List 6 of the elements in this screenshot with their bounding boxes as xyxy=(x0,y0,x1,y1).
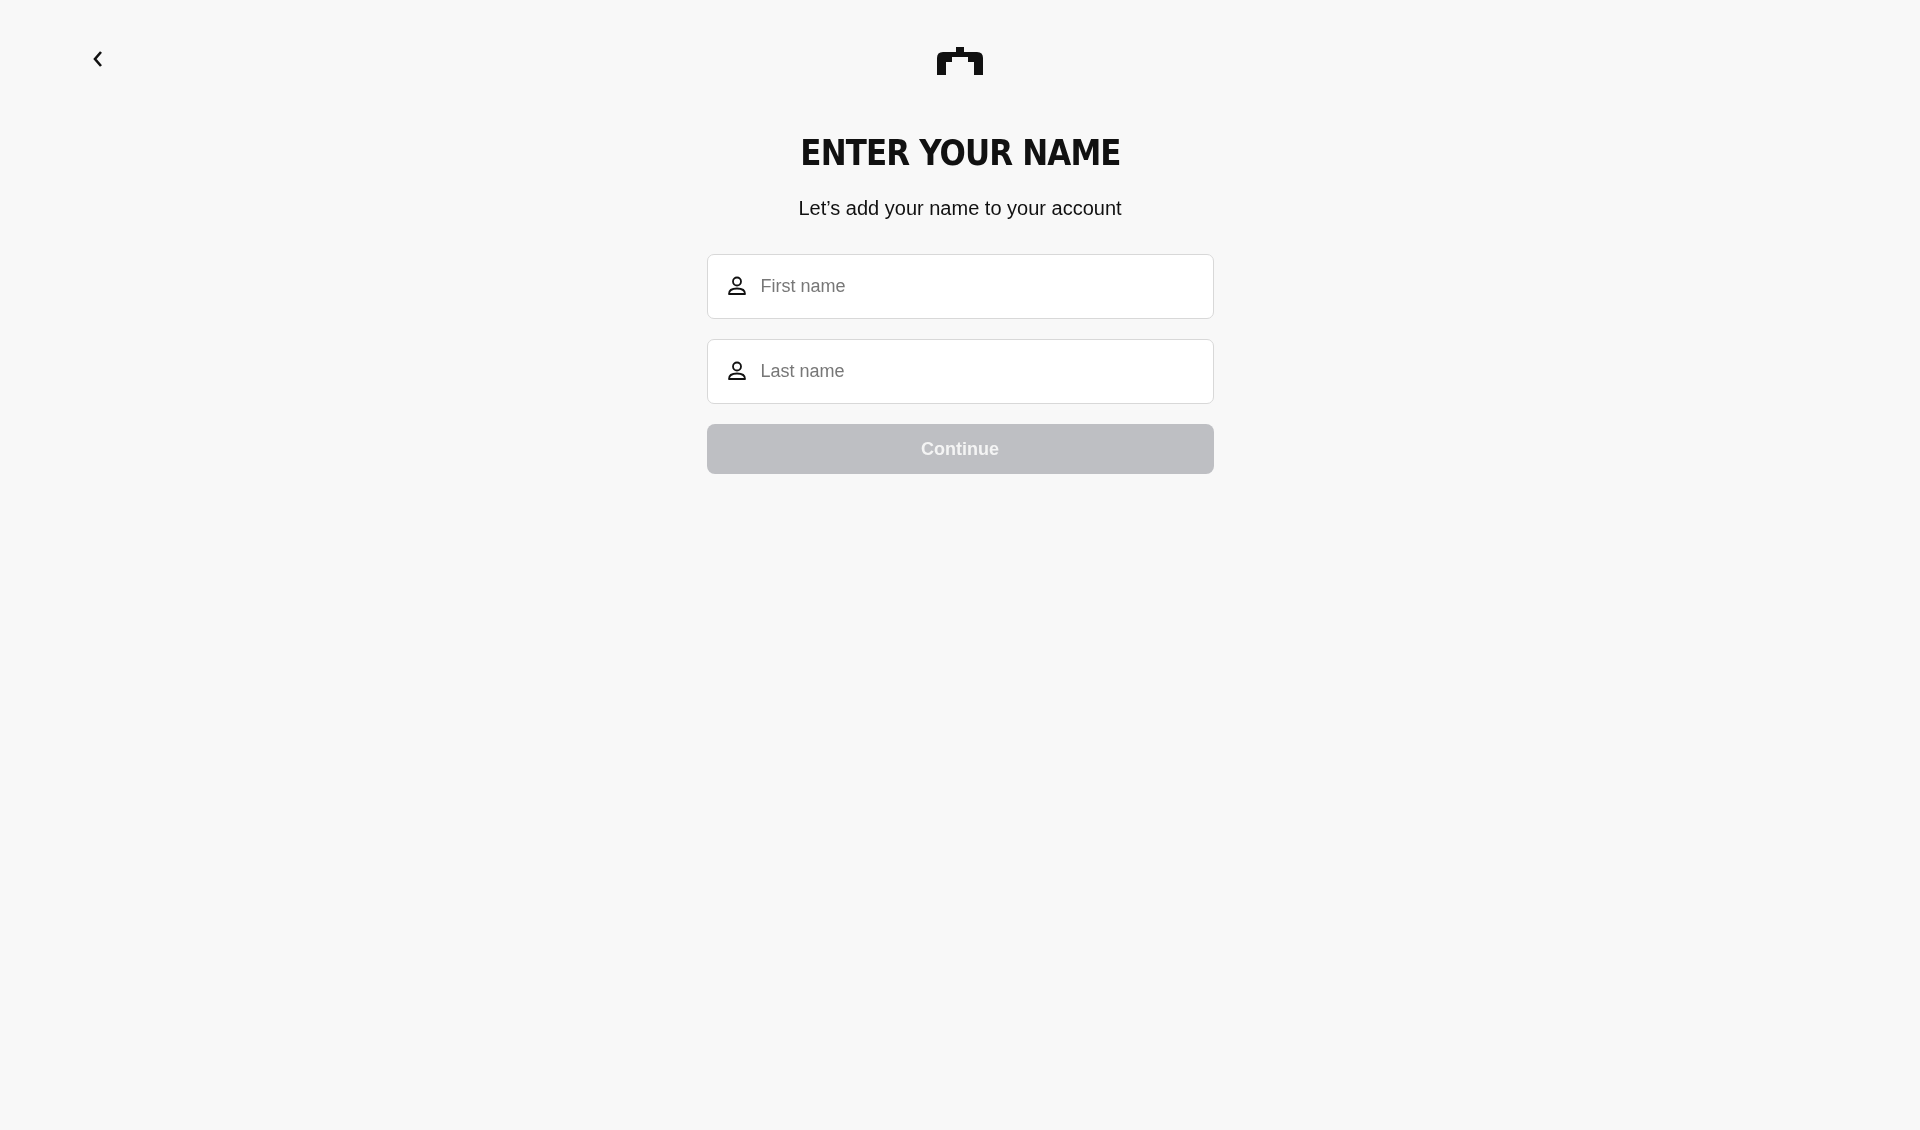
subtitle: Let’s add your name to your account xyxy=(797,197,1123,220)
logo-icon xyxy=(937,47,983,77)
name-input-field[interactable]: Last name xyxy=(706,339,1214,404)
chevron-left-icon xyxy=(92,50,104,68)
page-title: ENTER YOUR NAME xyxy=(798,132,1122,173)
name-input-field[interactable]: First name xyxy=(706,254,1214,319)
